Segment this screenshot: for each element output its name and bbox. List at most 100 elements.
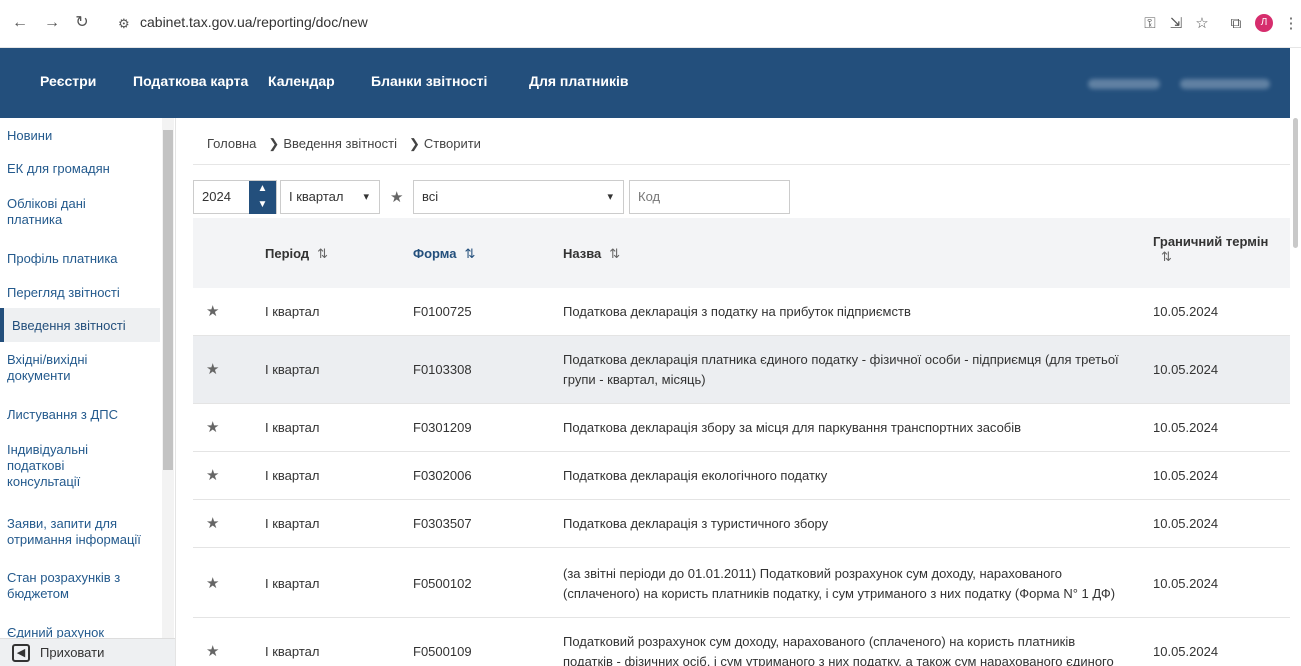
row-form[interactable]: F0103308 (413, 362, 472, 377)
favorite-star-icon[interactable]: ★ (206, 514, 219, 532)
blurred-user-name[interactable] (1180, 79, 1270, 89)
row-form[interactable]: F0500102 (413, 576, 472, 591)
sidebar-item-correspondence[interactable]: Листування з ДПС (7, 407, 118, 423)
sidebar: Новини ЕК для громадян Облікові дані пла… (0, 118, 176, 666)
breadcrumb-create: Створити (423, 136, 481, 151)
page-scrollbar[interactable] (1290, 48, 1301, 666)
favorite-star-icon[interactable]: ★ (206, 360, 219, 378)
row-form[interactable]: F0302006 (413, 468, 472, 483)
forward-icon[interactable]: → (42, 13, 62, 33)
sidebar-item-ek-citizens[interactable]: ЕК для громадян (7, 161, 110, 177)
bookmark-star-icon[interactable]: ☆ (1192, 14, 1212, 34)
column-form-label: Форма (413, 246, 457, 261)
breadcrumb-home[interactable]: Головна (207, 136, 256, 151)
favorite-star-icon[interactable]: ★ (206, 642, 219, 660)
nav-report-forms[interactable]: Бланки звітності (371, 73, 487, 89)
sort-icon[interactable]: ⇅ (317, 246, 328, 261)
sidebar-scrollbar[interactable] (162, 118, 174, 666)
sidebar-item-profile[interactable]: Профіль платника (7, 251, 118, 267)
row-form[interactable]: F0301209 (413, 420, 472, 435)
chevron-right-icon: ❯ (408, 136, 420, 151)
table-row[interactable]: ★ І квартал F0301209 Податкова деклараці… (193, 404, 1290, 452)
table-row[interactable]: ★ І квартал F0500109 Податковий розрахун… (193, 618, 1290, 666)
row-name[interactable]: Податкова декларація збору за місця для … (563, 418, 1123, 438)
extensions-icon[interactable]: ⧉ (1226, 14, 1246, 34)
install-app-icon[interactable]: ⇲ (1166, 14, 1186, 34)
hide-label: Приховати (40, 645, 105, 660)
column-name[interactable]: Назва ⇅ (563, 246, 620, 262)
chevron-right-icon: ❯ (268, 136, 280, 151)
nav-tax-map[interactable]: Податкова карта (133, 73, 248, 89)
sort-asc-icon[interactable]: ⇅ (464, 246, 475, 261)
column-deadline-label: Граничний термін (1153, 234, 1269, 249)
sidebar-item-requests[interactable]: Заяви, запити для отримання інформації (7, 516, 157, 548)
sort-icon[interactable]: ⇅ (1161, 249, 1172, 264)
nav-for-payers[interactable]: Для платників (529, 73, 628, 89)
period-select[interactable]: І квартал ▾ (280, 180, 380, 214)
row-deadline: 10.05.2024 (1153, 576, 1219, 591)
profile-avatar[interactable]: Л (1255, 14, 1273, 32)
favorites-filter-star-icon[interactable]: ★ (390, 188, 403, 206)
password-key-icon[interactable]: ⚿ (1140, 14, 1160, 34)
sidebar-item-budget-status[interactable]: Стан розрахунків з бюджетом (7, 570, 147, 602)
url-text[interactable]: cabinet.tax.gov.ua/reporting/doc/new (140, 14, 368, 30)
table-row[interactable]: ★ І квартал F0100725 Податкова деклараці… (193, 288, 1290, 336)
category-value: всі (422, 189, 439, 204)
row-period: І квартал (265, 304, 320, 319)
hide-sidebar-button[interactable]: ◀ Приховати (0, 638, 175, 666)
sidebar-item-consultations[interactable]: Індивідуальні податкові консультації (7, 442, 117, 490)
row-name[interactable]: Податкова декларація з податку на прибут… (563, 302, 1123, 322)
row-period: І квартал (265, 644, 320, 659)
chevron-up-icon[interactable]: ▲ (249, 181, 276, 197)
collapse-icon: ◀ (12, 644, 30, 662)
page-scroll-thumb[interactable] (1293, 118, 1298, 248)
row-deadline: 10.05.2024 (1153, 644, 1219, 659)
row-form[interactable]: F0500109 (413, 644, 472, 659)
column-form[interactable]: Форма ⇅ (413, 246, 475, 262)
nav-registers[interactable]: Реєстри (40, 73, 96, 89)
row-period: І квартал (265, 468, 320, 483)
column-period[interactable]: Період ⇅ (265, 246, 328, 262)
table-row[interactable]: ★ І квартал F0302006 Податкова деклараці… (193, 452, 1290, 500)
chevron-down-icon[interactable]: ▼ (249, 197, 276, 213)
category-select[interactable]: всі ▾ (413, 180, 624, 214)
row-name[interactable]: Податкова декларація платника єдиного по… (563, 350, 1123, 390)
table-row[interactable]: ★ І квартал F0103308 Податкова деклараці… (193, 336, 1290, 404)
column-deadline[interactable]: Граничний термін ⇅ (1153, 234, 1283, 265)
row-period: І квартал (265, 516, 320, 531)
row-form[interactable]: F0100725 (413, 304, 472, 319)
sidebar-item-news[interactable]: Новини (7, 128, 52, 144)
favorite-star-icon[interactable]: ★ (206, 466, 219, 484)
row-period: І квартал (265, 420, 320, 435)
top-navigation: Реєстри Податкова карта Календар Бланки … (0, 48, 1301, 118)
breadcrumb-enter-reports[interactable]: Введення звітності (283, 136, 397, 151)
row-name[interactable]: Податковий розрахунок сум доходу, нарахо… (563, 632, 1123, 666)
row-name[interactable]: Податкова декларація екологічного податк… (563, 466, 1123, 486)
table-row[interactable]: ★ І квартал F0500102 (за звітні періоди … (193, 548, 1290, 618)
sidebar-item-view-reports[interactable]: Перегляд звітності (7, 285, 120, 301)
sidebar-item-account-data[interactable]: Облікові дані платника (7, 196, 127, 228)
row-deadline: 10.05.2024 (1153, 468, 1219, 483)
table-row[interactable]: ★ І квартал F0303507 Податкова деклараці… (193, 500, 1290, 548)
row-deadline: 10.05.2024 (1153, 362, 1219, 377)
code-placeholder: Код (638, 189, 661, 204)
favorite-star-icon[interactable]: ★ (206, 418, 219, 436)
row-name[interactable]: Податкова декларація з туристичного збор… (563, 514, 1123, 534)
reload-icon[interactable]: ↻ (72, 13, 92, 33)
sort-icon[interactable]: ⇅ (609, 246, 620, 261)
code-input[interactable]: Код (629, 180, 790, 214)
table-header: Період ⇅ Форма ⇅ Назва ⇅ Граничний термін ⇅ (193, 218, 1290, 288)
sidebar-item-enter-reports[interactable]: Введення звітності (0, 308, 160, 342)
sidebar-item-documents[interactable]: Вхідні/вихідні документи (7, 352, 127, 384)
site-info-icon[interactable]: ⚙ (118, 16, 130, 32)
nav-calendar[interactable]: Календар (268, 73, 335, 89)
favorite-star-icon[interactable]: ★ (206, 574, 219, 592)
sidebar-scroll-thumb[interactable] (163, 130, 173, 470)
row-form[interactable]: F0303507 (413, 516, 472, 531)
favorite-star-icon[interactable]: ★ (206, 302, 219, 320)
row-name[interactable]: (за звітні періоди до 01.01.2011) Податк… (563, 564, 1123, 604)
year-stepper[interactable]: ▲ ▼ (249, 181, 276, 214)
chevron-down-icon: ▾ (607, 191, 613, 203)
browser-menu-icon[interactable]: ⋮ (1281, 14, 1301, 34)
back-icon[interactable]: ← (10, 13, 30, 33)
